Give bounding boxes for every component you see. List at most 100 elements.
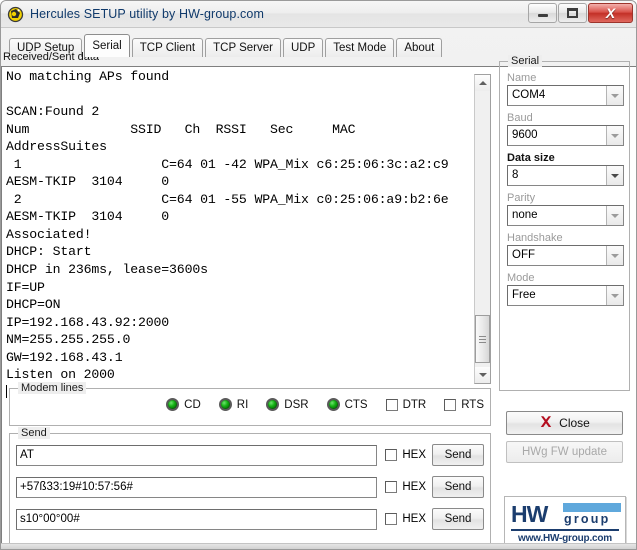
- hercules-app-icon: [7, 6, 24, 23]
- modem-line-cts-label: CTS: [344, 398, 368, 411]
- modem-lines-legend: Modem lines: [18, 382, 87, 394]
- modem-line-cts: CTS: [326, 398, 368, 411]
- terminal-scrollbar[interactable]: [474, 74, 491, 384]
- close-window-button[interactable]: X: [588, 3, 633, 23]
- checkbox-dtr[interactable]: [385, 398, 398, 411]
- tab-serial[interactable]: Serial: [84, 34, 130, 57]
- close-icon: X: [605, 5, 616, 21]
- send-legend: Send: [18, 427, 50, 439]
- hwg-fw-update-button[interactable]: HWg FW update: [506, 441, 623, 463]
- led-icon-cts: [326, 398, 340, 411]
- serial-settings-panel: Serial Name COM4 Baud 9600 Data size 8 P…: [499, 55, 630, 391]
- hex-toggle-2[interactable]: HEX: [385, 481, 426, 493]
- chevron-down-icon: [611, 173, 619, 178]
- send-row-1: AT HEX Send: [16, 444, 484, 466]
- send-row-2: +57ß33:19#10:57:56# HEX Send: [16, 476, 484, 498]
- application-window: Hercules SETUP utility by HW-group.com X…: [0, 0, 637, 550]
- led-icon-dsr: [266, 398, 280, 411]
- serial-baud-combo[interactable]: 9600: [507, 125, 624, 146]
- modem-line-dsr-label: DSR: [284, 398, 309, 411]
- chevron-up-icon: [478, 81, 487, 85]
- serial-handshake-value: OFF: [512, 249, 535, 261]
- serial-mode-label: Mode: [507, 272, 535, 284]
- serial-data-size-combo[interactable]: 8: [507, 165, 624, 186]
- scroll-up-button[interactable]: [475, 75, 490, 91]
- checkbox-hex-2[interactable]: [385, 481, 398, 493]
- serial-data-size-label: Data size: [507, 152, 555, 164]
- serial-mode-value: Free: [512, 289, 536, 301]
- logo-accent-bar: [563, 503, 621, 512]
- serial-field-parity: Parity none: [507, 192, 624, 226]
- dropdown-button-data-size[interactable]: [606, 166, 623, 185]
- modem-line-ri-label: RI: [236, 398, 249, 411]
- led-icon-cd: [166, 398, 180, 411]
- dropdown-button-name[interactable]: [606, 86, 623, 105]
- modem-line-rts[interactable]: RTS: [444, 398, 484, 411]
- logo-hw-text: HW: [511, 501, 548, 527]
- serial-baud-label: Baud: [507, 112, 533, 124]
- window-bottom-strip: [1, 543, 636, 549]
- checkbox-rts[interactable]: [444, 398, 457, 411]
- serial-field-name: Name COM4: [507, 72, 624, 106]
- title-bar: Hercules SETUP utility by HW-group.com X: [1, 1, 636, 28]
- serial-field-data-size: Data size 8: [507, 152, 624, 186]
- dropdown-button-handshake[interactable]: [606, 246, 623, 265]
- send-button-3[interactable]: Send: [432, 508, 484, 530]
- send-button-1[interactable]: Send: [432, 444, 484, 466]
- logo-divider: [511, 529, 619, 531]
- hex-label-1: HEX: [402, 449, 426, 461]
- chevron-down-icon: [611, 133, 619, 138]
- serial-name-label: Name: [507, 72, 537, 84]
- serial-name-value: COM4: [512, 89, 546, 101]
- send-input-2[interactable]: +57ß33:19#10:57:56#: [16, 476, 378, 498]
- chevron-down-icon: [611, 253, 619, 258]
- serial-mode-combo[interactable]: Free: [507, 285, 624, 306]
- serial-handshake-combo[interactable]: OFF: [507, 245, 624, 266]
- serial-parity-value: none: [512, 209, 538, 221]
- led-icon-ri: [218, 398, 232, 411]
- send-row-3: s10°00°00# HEX Send: [16, 508, 484, 530]
- hex-toggle-3[interactable]: HEX: [385, 513, 426, 525]
- serial-parity-combo[interactable]: none: [507, 205, 624, 226]
- hw-group-logo: HW group www.HW-group.com Hercules SETUP…: [504, 496, 626, 549]
- minimize-button[interactable]: [528, 3, 557, 23]
- maximize-button[interactable]: [558, 3, 587, 23]
- window-controls: X: [528, 3, 633, 23]
- window-title: Hercules SETUP utility by HW-group.com: [30, 7, 264, 21]
- send-panel: Send AT HEX Send +57ß33:19#10:57:56# HEX…: [9, 427, 491, 549]
- hex-label-3: HEX: [402, 513, 426, 525]
- checkbox-hex-1[interactable]: [385, 449, 398, 461]
- scrollbar-thumb[interactable]: [475, 315, 490, 363]
- hex-label-2: HEX: [402, 481, 426, 493]
- dropdown-button-mode[interactable]: [606, 286, 623, 305]
- dropdown-button-parity[interactable]: [606, 206, 623, 225]
- logo-group-text: group: [564, 512, 611, 526]
- serial-field-mode: Mode Free: [507, 272, 624, 306]
- received-sent-data-panel: Received/Sent data No matching APs found…: [1, 51, 636, 549]
- scroll-down-button[interactable]: [475, 367, 490, 383]
- modem-lines-panel: Modem lines CD RI DSR CTS DTR RTS: [9, 382, 491, 426]
- modem-line-dtr-label: DTR: [402, 398, 427, 411]
- hex-toggle-1[interactable]: HEX: [385, 449, 426, 461]
- checkbox-hex-3[interactable]: [385, 513, 398, 525]
- serial-parity-label: Parity: [507, 192, 536, 204]
- modem-line-ri: RI: [218, 398, 249, 411]
- chevron-down-icon: [611, 93, 619, 98]
- send-button-2[interactable]: Send: [432, 476, 484, 498]
- send-input-3[interactable]: s10°00°00#: [16, 508, 378, 530]
- grip-icon: [479, 334, 486, 345]
- main-content: Received/Sent data No matching APs found…: [1, 51, 636, 549]
- modem-line-dtr[interactable]: DTR: [385, 398, 427, 411]
- logo-top-row: HW group: [511, 501, 621, 528]
- serial-legend: Serial: [508, 55, 543, 67]
- serial-field-handshake: Handshake OFF: [507, 232, 624, 266]
- close-button[interactable]: Close: [506, 411, 623, 435]
- modem-lines-row: CD RI DSR CTS DTR RTS: [10, 398, 484, 411]
- chevron-down-icon: [611, 293, 619, 298]
- serial-name-combo[interactable]: COM4: [507, 85, 624, 106]
- dropdown-button-baud[interactable]: [606, 126, 623, 145]
- text-caret: [6, 384, 7, 398]
- serial-handshake-label: Handshake: [507, 232, 563, 244]
- send-input-1[interactable]: AT: [16, 444, 378, 466]
- red-x-icon: [539, 415, 553, 432]
